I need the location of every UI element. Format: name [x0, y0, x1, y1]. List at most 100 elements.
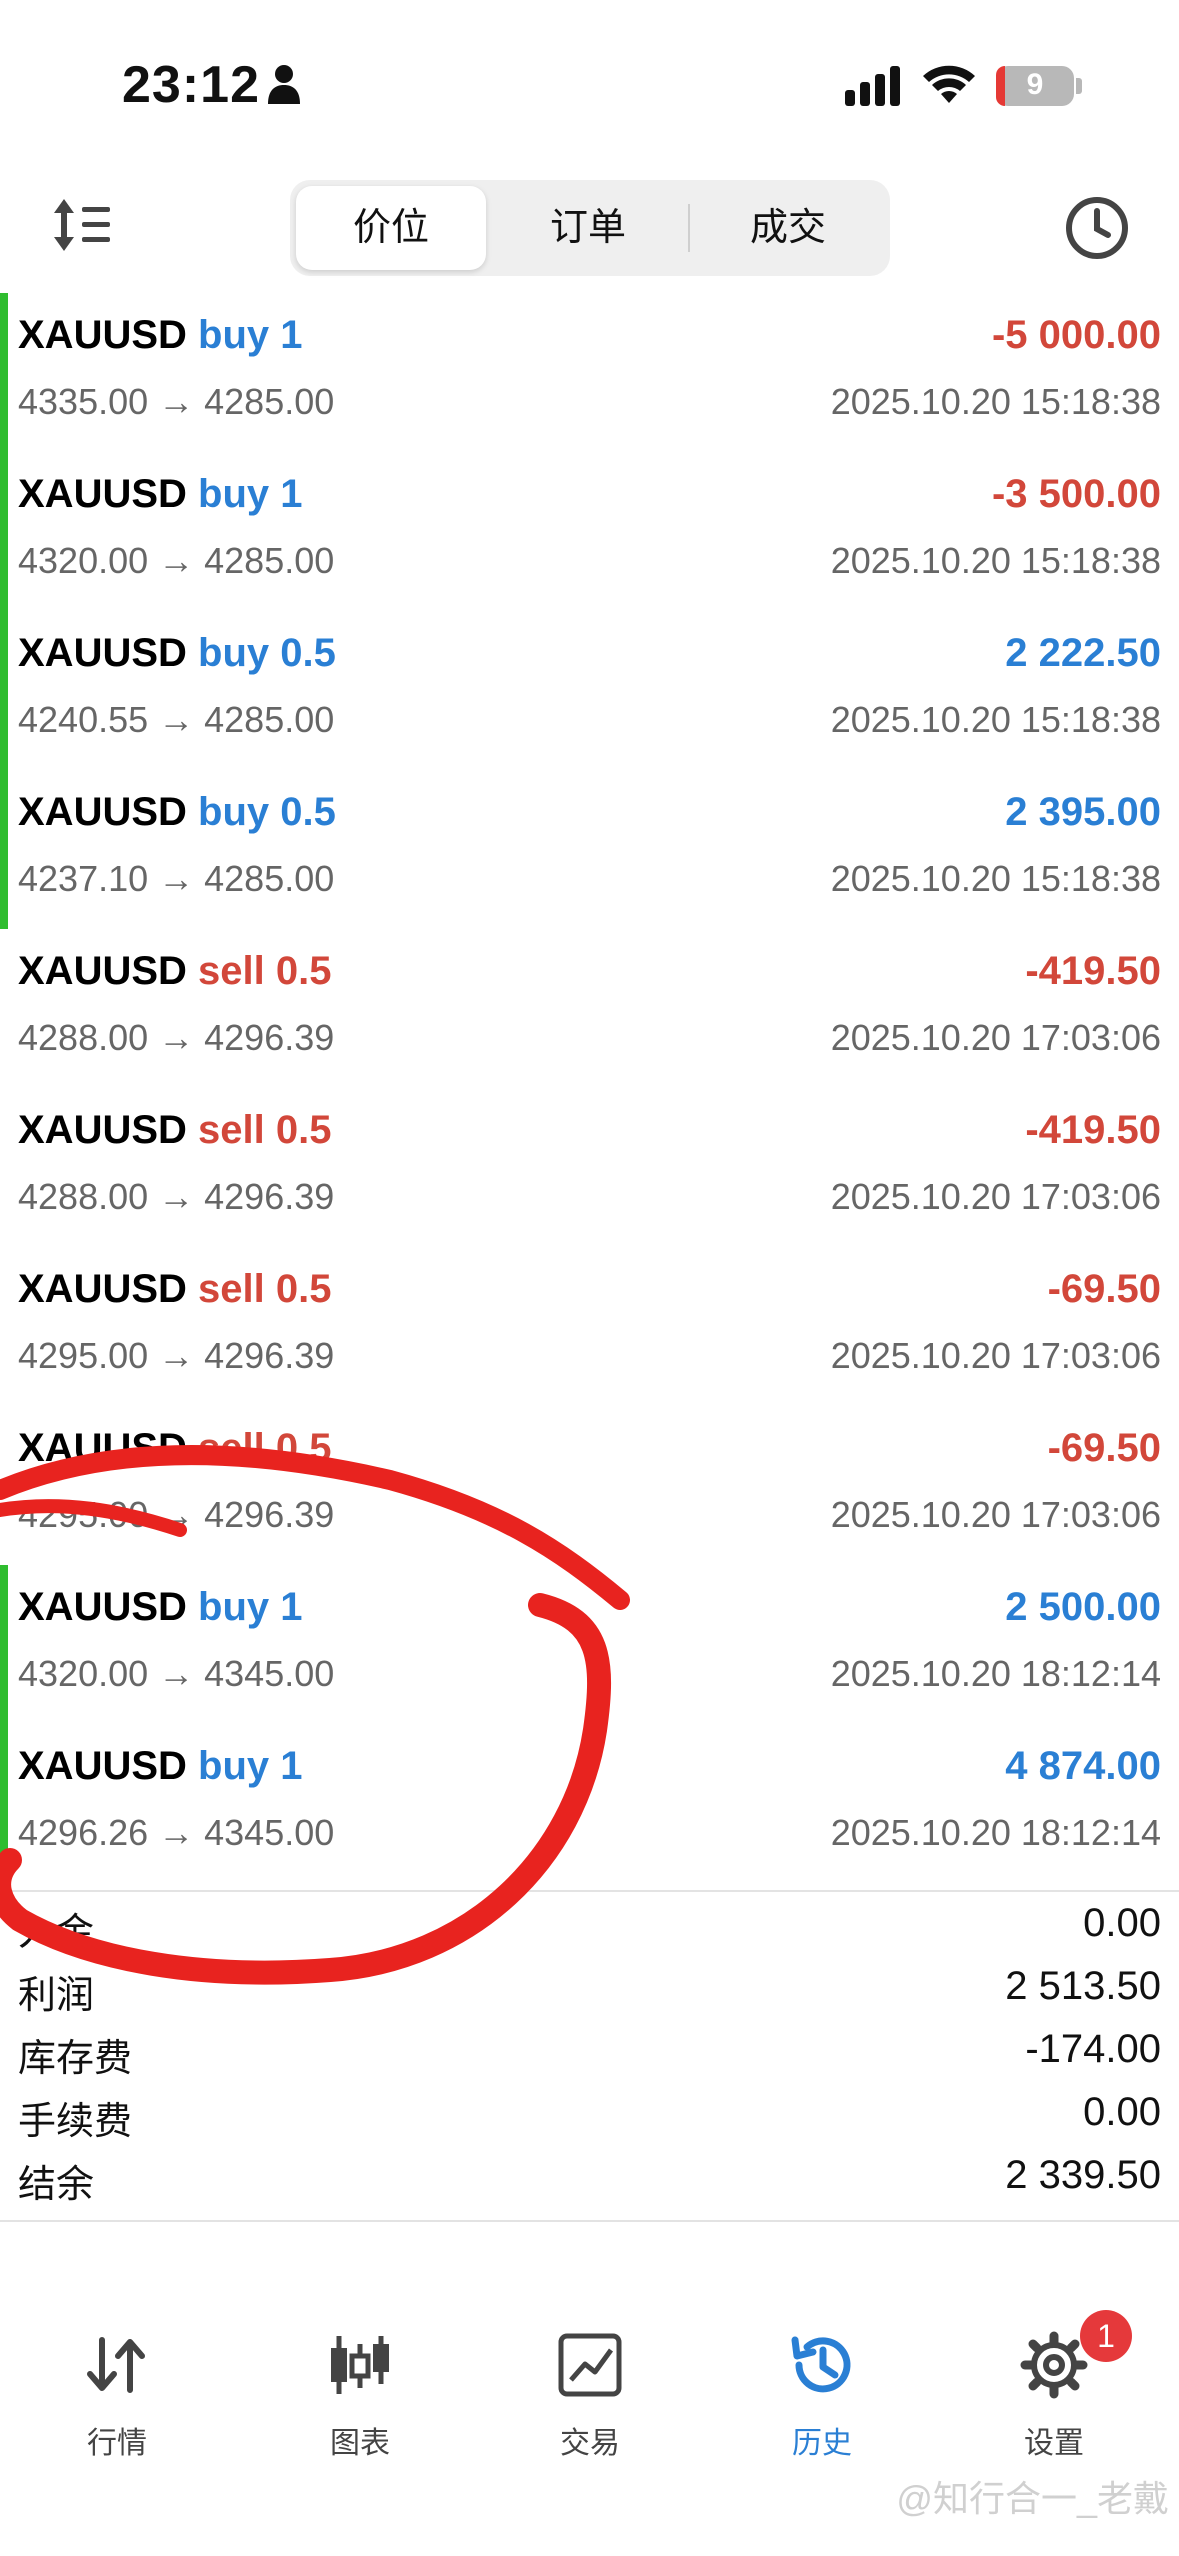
deal-symbol: XAUUSD: [18, 949, 187, 993]
deal-symbol: XAUUSD: [18, 1108, 187, 1152]
deal-profit: -69.50: [1047, 1267, 1161, 1311]
tab-trade-label: 交易: [560, 2427, 620, 2460]
clock-icon[interactable]: [1064, 195, 1130, 261]
deal-prices: 4288.00 → 4296.39: [18, 1017, 335, 1058]
wifi-icon: [923, 65, 975, 103]
summary-row: 结余 2 339.50: [0, 2145, 1179, 2208]
settings-icon: [1020, 2331, 1088, 2399]
summary-value: 2 513.50: [1005, 1964, 1161, 2008]
summary-value: 2 339.50: [1005, 2153, 1161, 2197]
deal-datetime: 2025.10.20 17:03:06: [830, 1494, 1161, 1535]
tab-history-label: 历史: [792, 2427, 852, 2460]
summary-label: 结余: [18, 2164, 95, 2206]
deal-prices: 4335.00 → 4285.00: [18, 381, 335, 422]
deal-datetime: 2025.10.20 17:03:06: [830, 1335, 1161, 1376]
summary-value: 0.00: [1083, 1901, 1161, 1945]
deal-symbol: XAUUSD: [18, 472, 187, 516]
deal-side: buy 1: [198, 472, 303, 516]
deal-row[interactable]: XAUUSD buy 0.5 2 222.50 4240.55 → 4285.00 2…: [0, 611, 1179, 770]
deal-side: buy 1: [198, 313, 303, 357]
deal-profit: 4 874.00: [1005, 1744, 1161, 1788]
deal-row[interactable]: XAUUSD sell 0.5 -69.50 4295.00 → 4296.39 20…: [0, 1247, 1179, 1406]
red-circle-annotation: [0, 1445, 630, 1985]
summary-label: 库存费: [18, 2038, 133, 2080]
deal-row[interactable]: XAUUSD buy 0.5 2 395.00 4237.10 → 4285.00 2…: [0, 770, 1179, 929]
deal-datetime: 2025.10.20 15:18:38: [830, 381, 1161, 422]
deal-symbol: XAUUSD: [18, 1267, 187, 1311]
deal-side: buy 0.5: [198, 631, 336, 675]
summary-label: 手续费: [18, 2101, 133, 2143]
deal-datetime: 2025.10.20 18:12:14: [830, 1812, 1161, 1853]
deal-symbol-line: XAUUSD sell 0.5: [18, 949, 331, 994]
deal-side: sell 0.5: [198, 1108, 332, 1152]
quotes-icon: [87, 2337, 145, 2393]
person-icon: [268, 65, 300, 104]
summary-value: 0.00: [1083, 2090, 1161, 2134]
history-icon: [791, 2336, 851, 2393]
sort-icon[interactable]: [50, 195, 114, 255]
battery-icon: 9: [996, 66, 1074, 106]
deal-profit: 2 395.00: [1005, 790, 1161, 834]
deal-datetime: 2025.10.20 15:18:38: [830, 858, 1161, 899]
deal-symbol-line: XAUUSD buy 1: [18, 313, 303, 358]
battery-level: 9: [1026, 68, 1044, 101]
deal-symbol-line: XAUUSD sell 0.5: [18, 1108, 331, 1153]
battery-tip: [1076, 78, 1082, 94]
deal-profit: -419.50: [1025, 1108, 1161, 1152]
deal-profit: 2 500.00: [1005, 1585, 1161, 1629]
position-indicator-bar: [0, 770, 8, 929]
tab-deals[interactable]: 成交: [693, 186, 883, 270]
summary-row: 库存费 -174.00: [0, 2019, 1179, 2082]
settings-badge: 1: [1080, 2310, 1132, 2362]
status-time: 23:12: [122, 56, 260, 114]
summary-row: 手续费 0.00: [0, 2082, 1179, 2145]
tab-chart-label: 图表: [330, 2427, 390, 2460]
position-indicator-bar: [0, 611, 8, 770]
deal-prices: 4288.00 → 4296.39: [18, 1176, 335, 1217]
deal-datetime: 2025.10.20 17:03:06: [830, 1017, 1161, 1058]
segment-divider: [688, 204, 690, 252]
deal-row[interactable]: XAUUSD sell 0.5 -419.50 4288.00 → 4296.39 2…: [0, 929, 1179, 1088]
watermark: @知行合一_老戴: [896, 2478, 1169, 2519]
deal-side: buy 0.5: [198, 790, 336, 834]
deal-datetime: 2025.10.20 15:18:38: [830, 699, 1161, 740]
deal-datetime: 2025.10.20 15:18:38: [830, 540, 1161, 581]
tab-orders[interactable]: 订单: [493, 186, 683, 270]
deal-symbol-line: XAUUSD buy 1: [18, 472, 303, 517]
tab-price[interactable]: 价位: [296, 186, 486, 270]
deal-profit: -419.50: [1025, 949, 1161, 993]
tab-trade[interactable]: 交易: [510, 2330, 670, 2480]
chart-icon: [331, 2336, 389, 2394]
deal-symbol-line: XAUUSD buy 0.5: [18, 631, 336, 676]
tab-history[interactable]: 历史: [742, 2330, 902, 2480]
deal-side: sell 0.5: [198, 1267, 332, 1311]
deal-symbol: XAUUSD: [18, 790, 187, 834]
deal-prices: 4237.10 → 4285.00: [18, 858, 335, 899]
tab-quotes-label: 行情: [87, 2427, 147, 2460]
deal-row[interactable]: XAUUSD sell 0.5 -419.50 4288.00 → 4296.39 2…: [0, 1088, 1179, 1247]
summary-value: -174.00: [1025, 2027, 1161, 2071]
signal-icon: [845, 66, 900, 106]
deal-datetime: 2025.10.20 17:03:06: [830, 1176, 1161, 1217]
deal-datetime: 2025.10.20 18:12:14: [830, 1653, 1161, 1694]
deal-symbol: XAUUSD: [18, 313, 187, 357]
segmented-control: 价位 订单 成交: [290, 180, 890, 276]
tab-settings-label: 设置: [1024, 2427, 1084, 2460]
deal-prices: 4320.00 → 4285.00: [18, 540, 335, 581]
deal-symbol-line: XAUUSD sell 0.5: [18, 1267, 331, 1312]
deal-symbol: XAUUSD: [18, 631, 187, 675]
tabbar-separator: [0, 2220, 1179, 2222]
deal-profit: 2 222.50: [1005, 631, 1161, 675]
deal-profit: -3 500.00: [991, 472, 1161, 516]
tab-quotes[interactable]: 行情: [37, 2330, 197, 2480]
deal-row[interactable]: XAUUSD buy 1 -5 000.00 4335.00 → 4285.00 20…: [0, 293, 1179, 452]
tab-chart[interactable]: 图表: [280, 2330, 440, 2480]
deal-side: sell 0.5: [198, 949, 332, 993]
deal-profit: -69.50: [1047, 1426, 1161, 1470]
deal-symbol-line: XAUUSD buy 0.5: [18, 790, 336, 835]
deal-prices: 4295.00 → 4296.39: [18, 1335, 335, 1376]
deal-row[interactable]: XAUUSD buy 1 -3 500.00 4320.00 → 4285.00 20…: [0, 452, 1179, 611]
position-indicator-bar: [0, 452, 8, 611]
deal-profit: -5 000.00: [991, 313, 1161, 357]
trade-icon: [558, 2333, 622, 2397]
